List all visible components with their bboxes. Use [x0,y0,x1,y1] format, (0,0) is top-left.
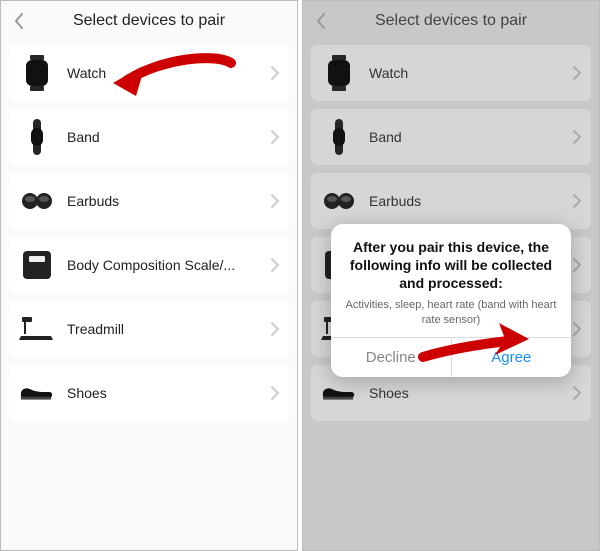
chevron-right-icon [573,194,581,208]
treadmill-icon [19,311,55,347]
header: Select devices to pair [1,1,297,41]
band-icon [321,119,357,155]
chevron-right-icon [573,322,581,336]
device-row-shoes[interactable]: Shoes [9,365,289,421]
popup-title: After you pair this device, the followin… [345,238,557,293]
page-title: Select devices to pair [311,12,591,30]
earbuds-icon [19,183,55,219]
decline-button[interactable]: Decline [331,338,451,377]
device-row-band[interactable]: Band [9,109,289,165]
chevron-right-icon [271,130,279,144]
device-label: Earbuds [369,193,573,209]
watch-icon [321,55,357,91]
scale-icon [19,247,55,283]
device-label: Shoes [369,385,573,401]
page-title: Select devices to pair [9,12,289,30]
popup-message: Activities, sleep, heart rate (band with… [345,298,557,327]
chevron-right-icon [271,66,279,80]
header: Select devices to pair [303,1,599,41]
device-label: Body Composition Scale/... [67,257,271,273]
chevron-right-icon [573,258,581,272]
device-label: Treadmill [67,321,271,337]
device-row-treadmill[interactable]: Treadmill [9,301,289,357]
band-icon [19,119,55,155]
chevron-right-icon [271,322,279,336]
device-label: Shoes [67,385,271,401]
device-label: Earbuds [67,193,271,209]
watch-icon [19,55,55,91]
device-label: Band [67,129,271,145]
earbuds-icon [321,183,357,219]
device-row-earbuds[interactable]: Earbuds [311,173,591,229]
device-label: Watch [67,65,271,81]
device-list: Watch Band Earbuds [1,41,297,433]
device-label: Watch [369,65,573,81]
device-row-earbuds[interactable]: Earbuds [9,173,289,229]
shoes-icon [321,375,357,411]
device-label: Band [369,129,573,145]
popup-body: After you pair this device, the followin… [331,224,571,337]
device-row-scale[interactable]: Body Composition Scale/... [9,237,289,293]
device-row-watch[interactable]: Watch [9,45,289,101]
agree-button[interactable]: Agree [451,338,572,377]
device-row-band[interactable]: Band [311,109,591,165]
chevron-right-icon [271,258,279,272]
popup-buttons: Decline Agree [331,337,571,377]
right-panel: Select devices to pair Watch Band E [302,0,600,551]
device-row-watch[interactable]: Watch [311,45,591,101]
chevron-right-icon [573,130,581,144]
chevron-right-icon [573,66,581,80]
chevron-right-icon [271,386,279,400]
chevron-right-icon [573,386,581,400]
left-panel: Select devices to pair Watch Band [0,0,298,551]
consent-popup: After you pair this device, the followin… [331,224,571,377]
shoes-icon [19,375,55,411]
chevron-right-icon [271,194,279,208]
